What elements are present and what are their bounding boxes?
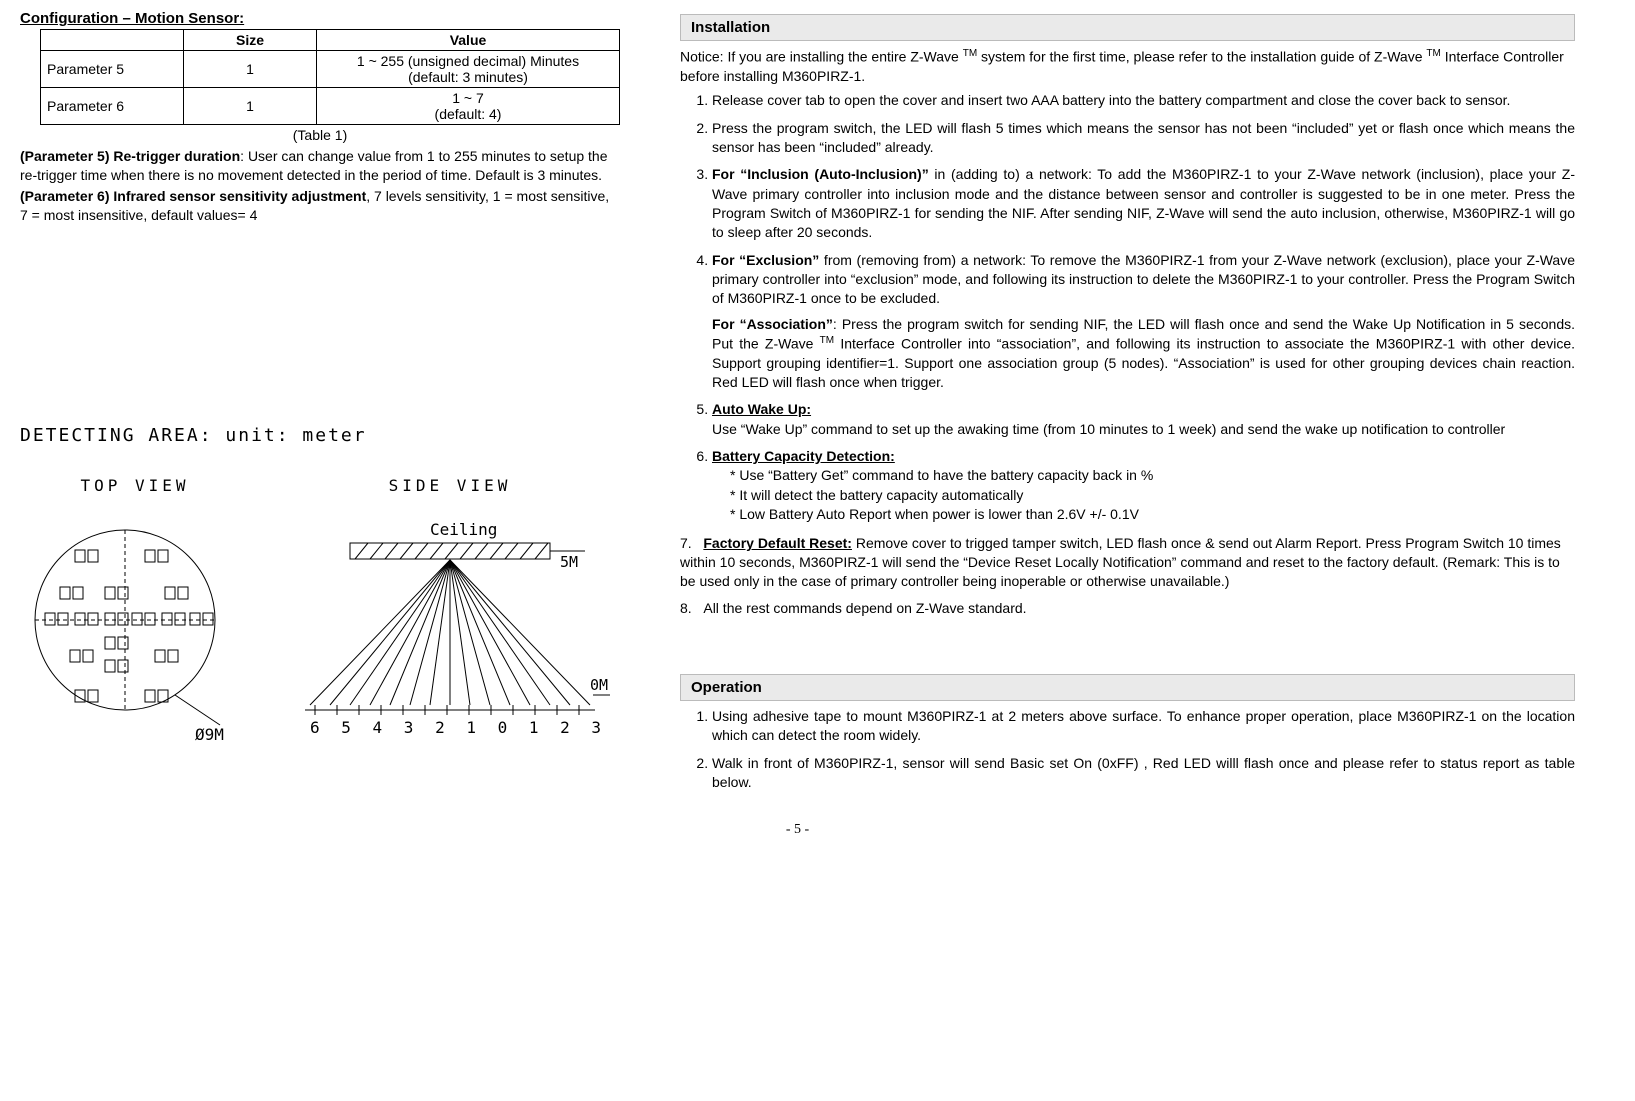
side-view-icon: Ceiling 5M — [290, 505, 610, 765]
cell-value: 1 ~ 7(default: 4) — [317, 88, 620, 125]
cell-param-name: Parameter 6 — [41, 88, 184, 125]
param5-desc: (Parameter 5) Re-trigger duration: User … — [20, 147, 620, 185]
config-heading: Configuration – Motion Sensor: — [20, 10, 620, 27]
install-step-1: Release cover tab to open the cover and … — [712, 91, 1575, 110]
top-view-label: TOP VIEW — [20, 476, 250, 495]
detecting-area-diagram: DETECTING AREA: unit: meter TOP VIEW — [20, 425, 620, 765]
svg-text:0M: 0M — [590, 676, 608, 694]
install-step-4: For “Exclusion” from (removing from) a n… — [712, 251, 1575, 393]
operation-header: Operation — [680, 674, 1575, 701]
operation-step-2: Walk in front of M360PIRZ-1, sensor will… — [712, 754, 1575, 793]
table-row: Parameter 5 1 1 ~ 255 (unsigned decimal)… — [41, 51, 620, 88]
cell-value: 1 ~ 255 (unsigned decimal) Minutes(defau… — [317, 51, 620, 88]
table-caption: (Table 1) — [20, 127, 620, 143]
table-header-value: Value — [317, 30, 620, 51]
install-step-7: 7. Factory Default Reset: Remove cover t… — [680, 534, 1575, 591]
operation-step-1: Using adhesive tape to mount M360PIRZ-1 … — [712, 707, 1575, 746]
table-header-size: Size — [184, 30, 317, 51]
cell-size: 1 — [184, 51, 317, 88]
cell-param-name: Parameter 5 — [41, 51, 184, 88]
install-step-6: Battery Capacity Detection: * Use “Batte… — [712, 447, 1575, 524]
config-table: Size Value Parameter 5 1 1 ~ 255 (unsign… — [40, 29, 620, 125]
install-step-8: 8. All the rest commands depend on Z-Wav… — [680, 599, 1575, 618]
operation-steps: Using adhesive tape to mount M360PIRZ-1 … — [680, 707, 1575, 792]
installation-notice: Notice: If you are installing the entire… — [680, 47, 1575, 85]
installation-header: Installation — [680, 14, 1575, 41]
install-step-2: Press the program switch, the LED will f… — [712, 119, 1575, 158]
svg-text:5M: 5M — [560, 553, 578, 571]
installation-steps: Release cover tab to open the cover and … — [680, 91, 1575, 524]
install-step-5: Auto Wake Up: Use “Wake Up” command to s… — [712, 400, 1575, 439]
svg-text:Ceiling: Ceiling — [430, 520, 497, 539]
top-view-icon: Ø9M — [20, 505, 250, 765]
side-view-label: SIDE VIEW — [290, 476, 610, 495]
table-row: Parameter 6 1 1 ~ 7(default: 4) — [41, 88, 620, 125]
page-number: - 5 - — [20, 822, 1575, 838]
svg-text:6 5 4 3 2 1 0 1 2 3 4 5 6M: 6 5 4 3 2 1 0 1 2 3 4 5 6M — [310, 718, 610, 737]
param6-desc: (Parameter 6) Infrared sensor sensitivit… — [20, 187, 620, 225]
cell-size: 1 — [184, 88, 317, 125]
install-step-3: For “Inclusion (Auto-Inclusion)” in (add… — [712, 165, 1575, 242]
diameter-label: Ø9M — [195, 725, 224, 744]
diagram-title: DETECTING AREA: unit: meter — [20, 425, 620, 446]
table-header-blank — [41, 30, 184, 51]
